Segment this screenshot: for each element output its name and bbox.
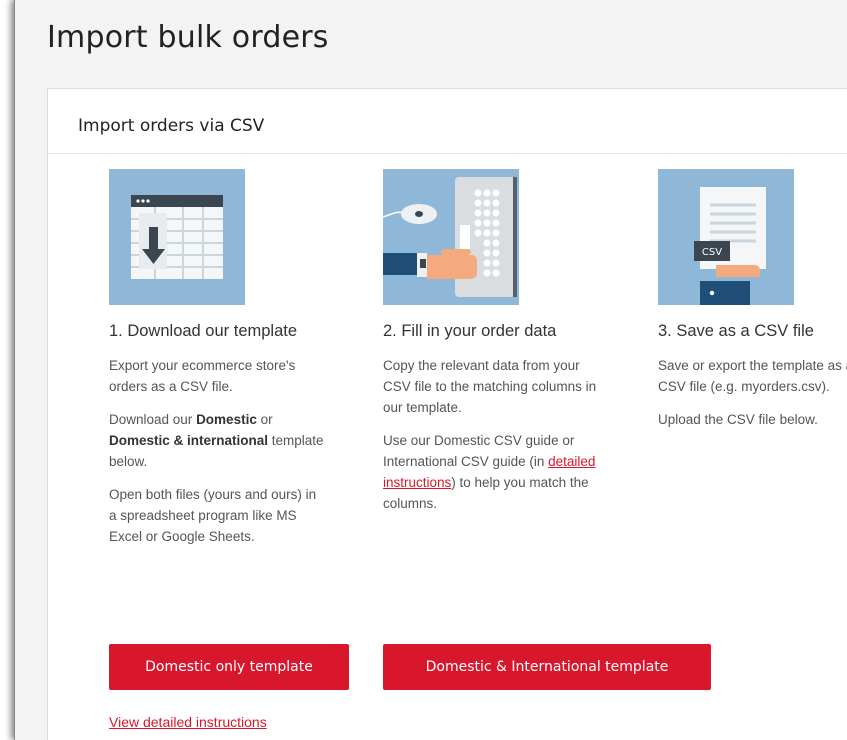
csv-file-icon: CSV	[658, 169, 794, 305]
step-1-text-3: Open both files (yours and ours) in a sp…	[109, 487, 317, 544]
step-1-heading: 1. Download our template	[109, 322, 298, 340]
step-2-text-2: Use our Domestic CSV guide or Internatio…	[383, 433, 596, 511]
international-template-button[interactable]: Domestic & International template	[383, 644, 711, 690]
app-frame: Import bulk orders Import orders via CSV	[14, 0, 847, 740]
import-card: Import orders via CSV 1. Download our te…	[47, 88, 847, 740]
keyboard-mouse-icon	[383, 169, 519, 305]
card-header: Import orders via CSV	[48, 89, 847, 154]
step-3-text-1: Save or export the template as a CSV fil…	[658, 358, 847, 394]
spreadsheet-download-icon	[109, 169, 245, 305]
step-2-text-1: Copy the relevant data from your CSV fil…	[383, 358, 597, 415]
view-instructions-link[interactable]: View detailed instructions	[109, 714, 267, 730]
page-title: Import bulk orders	[47, 20, 329, 55]
step-fill-data: 2. Fill in your order data Copy the rele…	[383, 169, 598, 514]
step-2-heading: 2. Fill in your order data	[383, 322, 557, 340]
domestic-template-button[interactable]: Domestic only template	[109, 644, 349, 690]
step-3-heading: 3. Save as a CSV file	[658, 322, 814, 340]
svg-text:CSV: CSV	[702, 247, 722, 258]
step-download-template: 1. Download our template Export your eco…	[109, 169, 324, 547]
step-3-text-2: Upload the CSV file below.	[658, 412, 818, 427]
card-title: Import orders via CSV	[78, 116, 265, 136]
step-save-csv: CSV 3. Save as a CSV file Save or export…	[658, 169, 847, 430]
step-1-text-2: Download our Domestic or Domestic & inte…	[109, 412, 324, 469]
step-1-text-1: Export your ecommerce store's orders as …	[109, 358, 296, 394]
